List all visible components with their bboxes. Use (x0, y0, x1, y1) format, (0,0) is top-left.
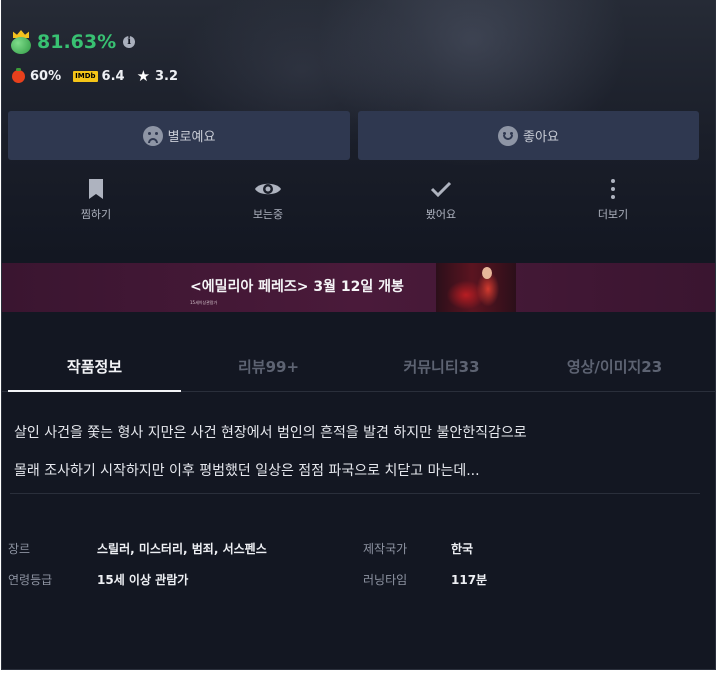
content-panel: 81.63% i 60% IMDb 6.4 ★ 3.2 별로예요 좋아요 찜하기… (1, 0, 716, 670)
age-rating-value: 15세 이상 관람가 (97, 573, 189, 587)
country-value: 한국 (451, 542, 474, 556)
age-rating-label: 연령등급 (8, 573, 53, 587)
runtime-value: 117분 (451, 573, 488, 587)
country-label: 제작국가 (363, 542, 408, 556)
runtime-label: 러닝타임 (363, 573, 408, 587)
genre-label: 장르 (8, 542, 31, 556)
meta-info: 장르 스릴러, 미스터리, 범죄, 서스펜스 제작국가 한국 연령등급 15세 … (2, 0, 715, 669)
genre-value: 스릴러, 미스터리, 범죄, 서스펜스 (97, 542, 267, 556)
